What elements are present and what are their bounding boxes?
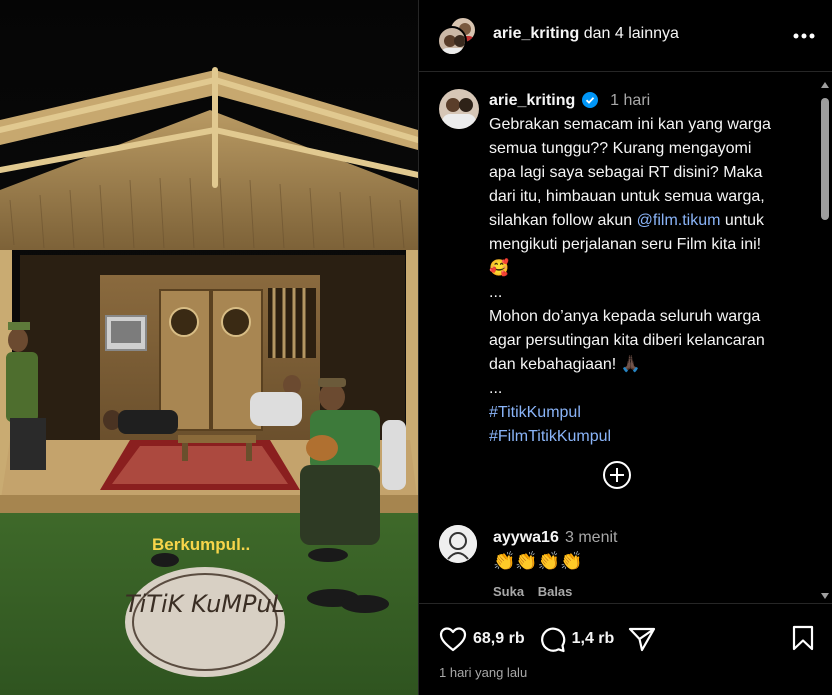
caption-username[interactable]: arie_kriting: [489, 92, 575, 109]
avatar[interactable]: [437, 26, 467, 56]
post-detail-panel: arie_kriting dan 4 lainnya arie_kriting …: [418, 0, 832, 695]
send-icon: [629, 627, 656, 652]
load-more-comments-button[interactable]: [601, 459, 633, 491]
share-button[interactable]: [628, 626, 662, 652]
caption-ellipsis: ...: [489, 284, 503, 301]
caption-line: Mohon do’anya kepada seluruh warga: [489, 308, 761, 325]
avatar[interactable]: [439, 89, 479, 129]
like-button[interactable]: 68,9 rb: [439, 626, 525, 652]
header-username[interactable]: arie_kriting: [493, 25, 579, 42]
comment-time[interactable]: 3 menit: [565, 529, 617, 547]
caption-line: Gebrakan semacam ini kan yang warga: [489, 116, 771, 133]
rug-text: TiTiK KuMPuL: [125, 590, 285, 618]
more-options-button[interactable]: [793, 22, 815, 42]
comment-reply-button[interactable]: Balas: [538, 584, 573, 599]
post-header: arie_kriting dan 4 lainnya: [419, 0, 832, 72]
caption-line: untuk: [720, 212, 765, 229]
scroll-up-arrow-icon[interactable]: [821, 82, 829, 88]
comment-text: 👏👏👏👏: [493, 551, 583, 571]
caption-line: silahkan follow akun: [489, 212, 637, 229]
hashtag-link[interactable]: #FilmTitikKumpul: [489, 425, 819, 449]
comment-icon: [540, 627, 565, 652]
photo-overlay-text: Berkumpul..: [152, 535, 250, 554]
comment-like-button[interactable]: Suka: [493, 584, 524, 599]
person-icon: [439, 525, 477, 563]
comments-scroll-area[interactable]: arie_kriting 1 hari Gebrakan semacam ini…: [419, 73, 819, 603]
caption-line: dari itu, himbauan untuk semua warga,: [489, 188, 765, 205]
caption-text: arie_kriting 1 hari Gebrakan semacam ini…: [489, 89, 819, 449]
header-others[interactable]: dan 4 lainnya: [584, 25, 679, 42]
caption-time[interactable]: 1 hari: [610, 92, 650, 109]
save-button[interactable]: [791, 625, 815, 656]
collab-avatars[interactable]: [437, 16, 477, 56]
emoji: 🙏🏿: [620, 356, 641, 373]
caption-ellipsis: ...: [489, 380, 503, 397]
caption-line: apa lagi saya sebagai RT disini? Maka: [489, 164, 763, 181]
caption-line: semua tunggu?? Kurang mengayomi: [489, 140, 752, 157]
comment-item: ayywa16 3 menit 👏👏👏👏 Suka Balas: [439, 525, 809, 603]
post-photo-illustration: TiTiK KuMPuL Berkumpul..: [0, 0, 418, 695]
caption-line: dan kebahagiaan!: [489, 356, 621, 373]
post-footer: 68,9 rb 1,4 rb 1 hari yang lalu: [419, 603, 832, 695]
scrollbar-thumb[interactable]: [821, 98, 829, 220]
comment-count[interactable]: 1,4 rb: [572, 630, 615, 648]
scrollbar[interactable]: [818, 78, 832, 603]
mention-link[interactable]: @film.tikum: [637, 212, 721, 229]
like-count[interactable]: 68,9 rb: [473, 630, 525, 648]
person-icon: [439, 89, 479, 129]
more-horizontal-icon: [793, 33, 815, 39]
action-bar: 68,9 rb 1,4 rb: [439, 624, 676, 654]
avatar[interactable]: [439, 525, 477, 563]
verified-badge-icon: [581, 92, 598, 108]
comment-button[interactable]: 1,4 rb: [539, 626, 615, 653]
comment-username[interactable]: ayywa16: [493, 529, 559, 547]
plus-circle-icon: [603, 461, 631, 489]
scroll-down-arrow-icon[interactable]: [821, 593, 829, 599]
person-icon: [441, 35, 465, 54]
post-image[interactable]: TiTiK KuMPuL Berkumpul..: [0, 0, 418, 695]
header-title: arie_kriting dan 4 lainnya: [493, 25, 679, 43]
hashtag-link[interactable]: #TitikKumpul: [489, 401, 819, 425]
emoji: 🥰: [489, 260, 509, 277]
comment-actions: Suka Balas: [493, 584, 582, 599]
post-timestamp[interactable]: 1 hari yang lalu: [439, 665, 527, 680]
heart-icon: [439, 627, 467, 652]
caption-line: agar persutingan kita diberi kelancaran: [489, 332, 765, 349]
bookmark-icon: [792, 625, 814, 651]
caption-line: mengikuti perjalanan seru Film kita ini!: [489, 236, 762, 253]
